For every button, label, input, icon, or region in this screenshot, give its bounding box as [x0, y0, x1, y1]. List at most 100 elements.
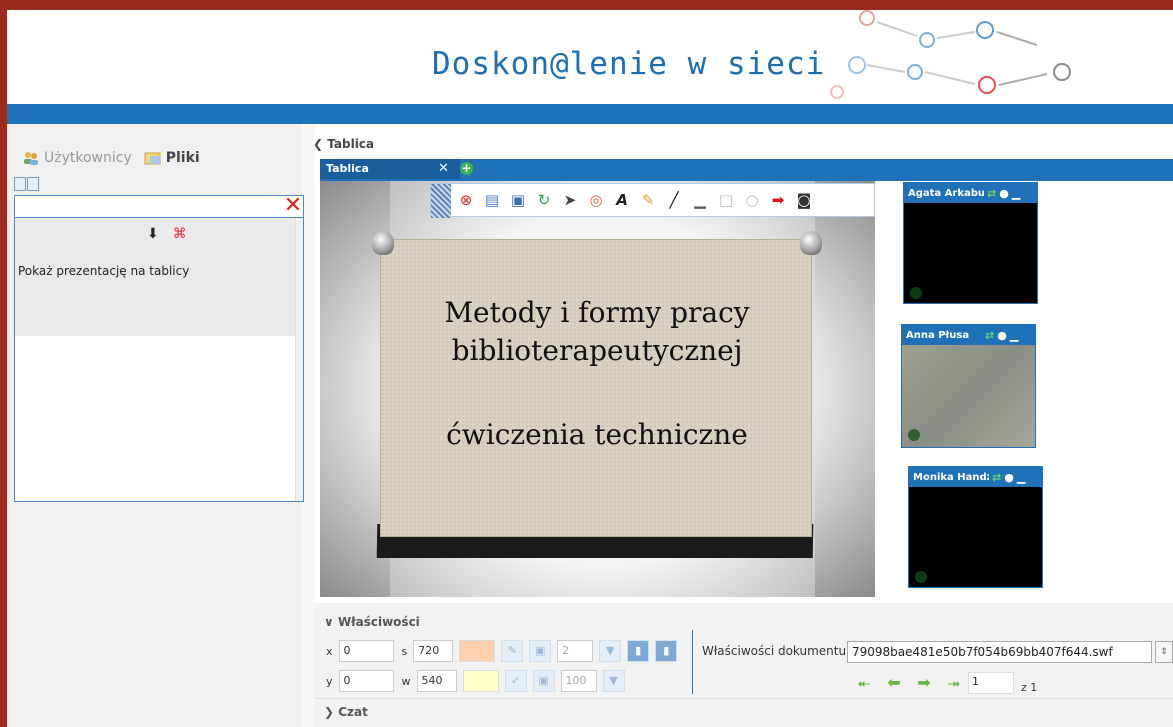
left-tabs: Użytkownicy Pliki: [16, 144, 206, 172]
pdf-icon[interactable]: ⌘: [173, 226, 187, 242]
properties-row-1: x 0 s 720 ✎ ▣ 2 ▼ ▮ ▮: [326, 640, 678, 662]
ellipse-tool-icon[interactable]: ○: [741, 189, 763, 211]
prev-page-icon[interactable]: ⬅: [880, 673, 908, 693]
video-feed: [902, 345, 1035, 447]
pencil-color-icon[interactable]: ✎: [501, 640, 524, 662]
status-dot: [915, 571, 927, 583]
microphone-icon[interactable]: ●: [1004, 471, 1014, 484]
microphone-icon[interactable]: ●: [997, 329, 1007, 342]
document-properties-label: Właściwości dokumentu: [702, 644, 847, 658]
next-page-icon[interactable]: ➡: [910, 673, 938, 693]
chevron-left-icon: ❮: [313, 137, 324, 151]
video-header: Monika Handz ⇄ ● ▁: [909, 467, 1042, 487]
y-label: y: [326, 674, 333, 688]
video-window[interactable]: Anna Płusa ⇄ ● ▁: [901, 324, 1036, 448]
bold-icon[interactable]: ▮: [627, 640, 650, 662]
last-page-icon[interactable]: ⯮: [940, 673, 968, 693]
y-input[interactable]: 0: [338, 670, 394, 692]
document-select[interactable]: 79098bae481e50b7f054b69bb407f644.swf: [847, 641, 1152, 663]
chat-header[interactable]: ❯ Czat: [324, 705, 368, 719]
stroke-color-swatch[interactable]: [459, 640, 496, 662]
minimize-icon[interactable]: ▁: [1017, 471, 1025, 484]
status-dot: [908, 429, 920, 441]
show-presentation-link[interactable]: Pokaż prezentację na tablicy: [18, 264, 189, 278]
slide-title: Metody i formy pracy biblioterapeutyczne…: [444, 296, 750, 367]
dropdown-icon[interactable]: ▼: [602, 670, 625, 692]
file-item[interactable]: ⬇ ⌘ Pokaż prezentację na tablicy: [15, 218, 295, 336]
w-input[interactable]: 540: [416, 670, 457, 692]
sync-icon[interactable]: ⇄: [985, 329, 994, 342]
file-view-toggle: [14, 177, 39, 191]
site-header: Doskon@lenie w sieci: [7, 10, 1173, 104]
sync-icon[interactable]: ⇄: [987, 187, 996, 200]
s-input[interactable]: 720: [413, 640, 454, 662]
video-window[interactable]: Agata Arkabus ⇄ ● ▁: [903, 182, 1038, 304]
download-icon[interactable]: ⬇: [147, 226, 159, 242]
fill-tool-icon[interactable]: ✓: [504, 670, 527, 692]
underline-tool-icon[interactable]: ▁: [689, 189, 711, 211]
text-tool-icon[interactable]: A: [611, 189, 633, 211]
thumbnail-view-icon[interactable]: [14, 177, 26, 191]
dropdown-icon[interactable]: ▼: [599, 640, 622, 662]
files-list: ✕ ⬇ ⌘ Pokaż prezentację na tablicy: [14, 195, 304, 502]
pin-icon: [800, 231, 822, 255]
italic-icon[interactable]: ▮: [655, 640, 678, 662]
pointer-icon[interactable]: ➤: [559, 189, 581, 211]
page-count: z 1: [1021, 681, 1038, 694]
first-page-icon[interactable]: ⯬: [850, 673, 878, 693]
clear-close-icon[interactable]: ✕: [283, 195, 303, 217]
people-network-logo: [830, 10, 1071, 99]
file-actions: ⬇ ⌘: [147, 226, 187, 242]
pencil-icon[interactable]: ✎: [637, 189, 659, 211]
line-width-field[interactable]: 2: [557, 640, 594, 662]
s-label: s: [401, 644, 408, 658]
page-title[interactable]: ❮ Tablica: [313, 137, 374, 151]
open-document-icon[interactable]: ▤: [481, 189, 503, 211]
fill-color-swatch[interactable]: [462, 670, 499, 692]
w-label: w: [401, 674, 411, 688]
minimize-icon[interactable]: ▁: [1010, 329, 1018, 342]
toolbar-grip[interactable]: [431, 184, 451, 218]
close-tab-icon[interactable]: ✕: [438, 161, 449, 176]
clear-board-icon[interactable]: ⊗: [455, 189, 477, 211]
page-navigation: ⯬ ⬅ ➡ ⯮: [850, 673, 968, 693]
tab-whiteboard[interactable]: Tablica ✕: [320, 159, 460, 179]
tab-users[interactable]: Użytkownicy: [16, 144, 138, 172]
pin-icon: [372, 231, 394, 255]
properties-header[interactable]: ∨ Właściwości: [324, 615, 420, 629]
clipart-icon[interactable]: ◙: [793, 189, 815, 211]
minimize-icon[interactable]: ▁: [1012, 187, 1020, 200]
participant-name: Monika Handz: [913, 471, 989, 483]
rectangle-tool-icon[interactable]: □: [715, 189, 737, 211]
tab-files[interactable]: Pliki: [138, 144, 206, 172]
file-upload-field[interactable]: ✕: [15, 195, 303, 218]
video-header: Anna Płusa ⇄ ● ▁: [902, 325, 1035, 345]
list-view-icon[interactable]: [27, 177, 39, 191]
lock-icon[interactable]: ▣: [529, 640, 552, 662]
divider: [692, 630, 693, 694]
participant-name: Anna Płusa: [906, 329, 970, 341]
lock-icon[interactable]: ▣: [532, 670, 555, 692]
files-scrollbar[interactable]: [295, 218, 303, 501]
status-dot: [910, 287, 922, 299]
add-tab-icon[interactable]: +: [460, 162, 473, 175]
save-icon[interactable]: ▣: [507, 189, 529, 211]
whiteboard[interactable]: Metody i formy pracy biblioterapeutyczne…: [320, 181, 875, 597]
arrow-tool-icon[interactable]: ➡: [767, 189, 789, 211]
sync-icon[interactable]: ⇄: [992, 471, 1001, 484]
participant-name: Agata Arkabus: [908, 187, 984, 199]
header-bar: [7, 104, 1173, 124]
tab-whiteboard-label: Tablica: [326, 162, 369, 175]
video-window[interactable]: Monika Handz ⇄ ● ▁: [908, 466, 1043, 588]
line-tool-icon[interactable]: ╱: [663, 189, 685, 211]
whiteboard-toolbar: ⊗ ▤ ▣ ↻ ➤ ◎ A ✎ ╱ ▁ □ ○ ➡ ◙: [430, 183, 875, 218]
page-number-input[interactable]: 1: [968, 672, 1014, 694]
select-spinner-icon[interactable]: ⇕: [1155, 641, 1173, 663]
x-input[interactable]: 0: [338, 640, 394, 662]
chevron-down-icon: ∨: [324, 615, 334, 629]
zoom-icon[interactable]: ◎: [585, 189, 607, 211]
refresh-icon[interactable]: ↻: [533, 189, 555, 211]
microphone-icon[interactable]: ●: [999, 187, 1009, 200]
opacity-field[interactable]: 100: [560, 670, 597, 692]
divider: [315, 698, 1173, 699]
